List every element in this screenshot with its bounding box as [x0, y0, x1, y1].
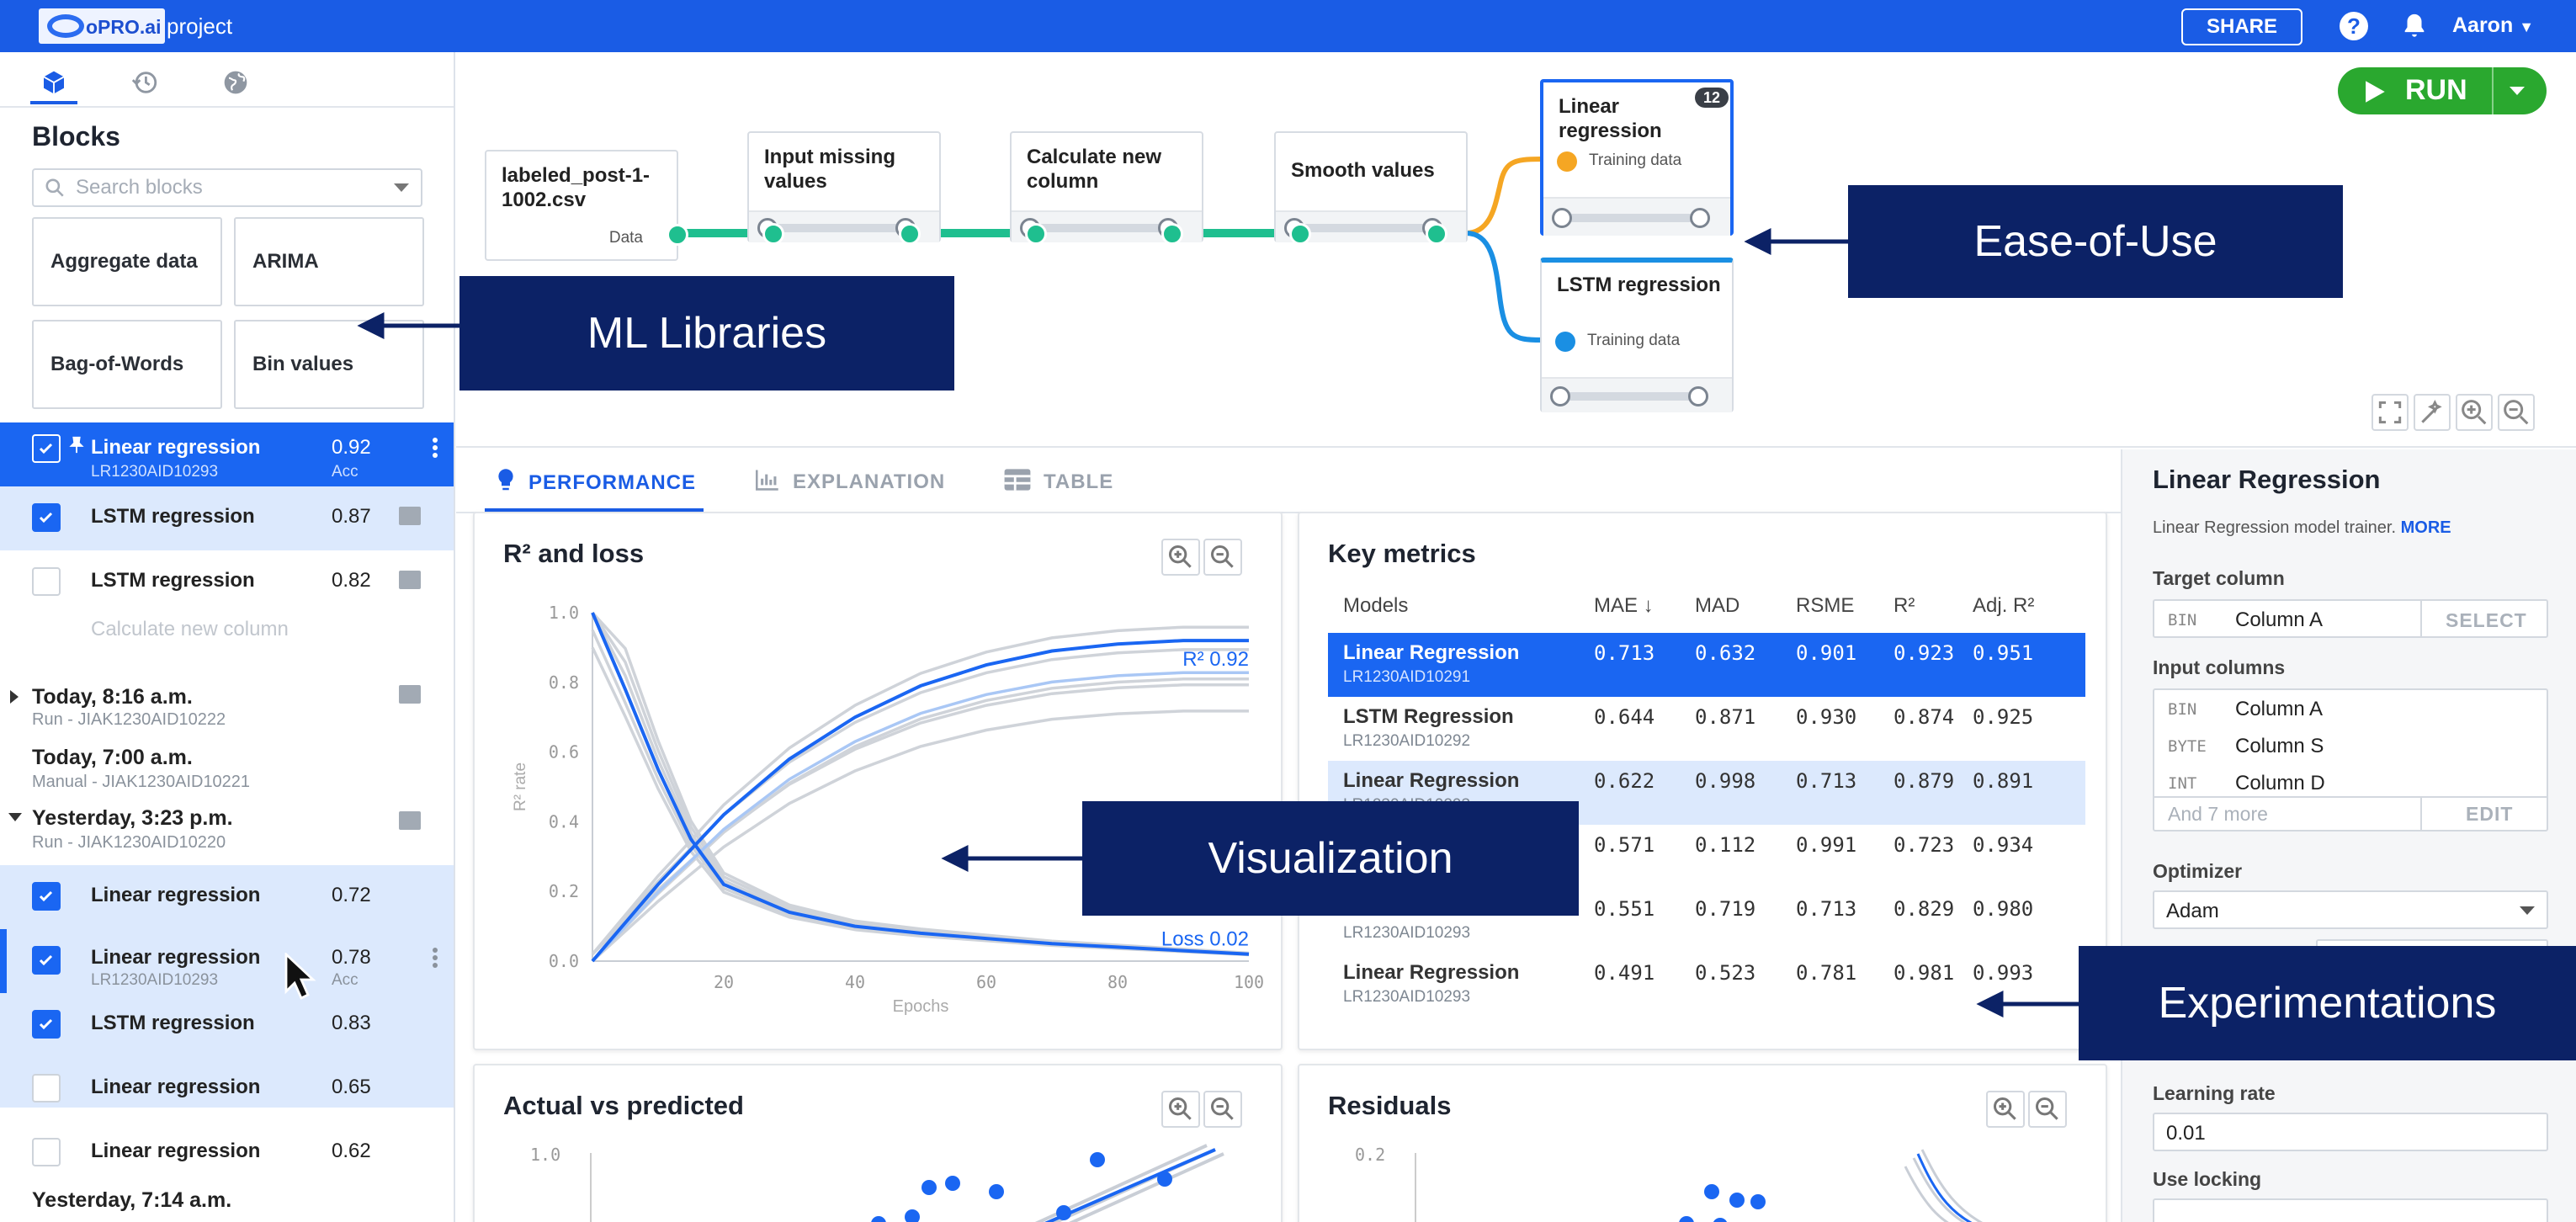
callout-experimentations: Experimentations	[2079, 946, 2576, 1060]
callout-ml-libraries: ML Libraries	[459, 276, 954, 391]
callout-visualization: Visualization	[1082, 801, 1579, 916]
callout-ease-of-use: Ease-of-Use	[1848, 185, 2343, 298]
